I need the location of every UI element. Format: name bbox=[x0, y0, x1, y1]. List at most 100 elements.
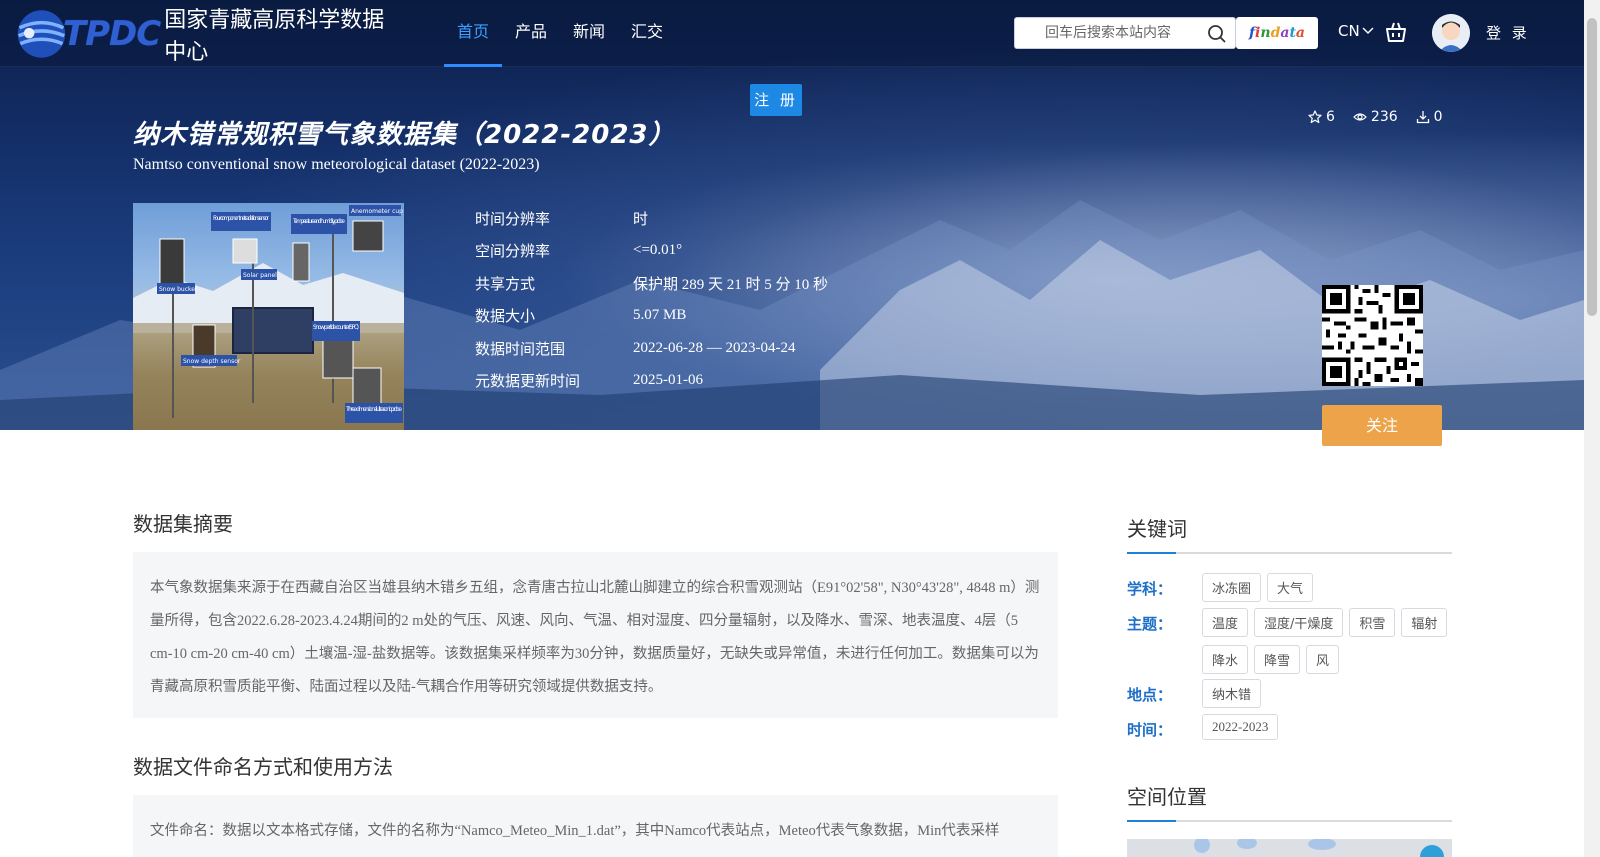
search-icon[interactable] bbox=[1207, 24, 1227, 44]
meta-label: 共享方式 bbox=[475, 274, 536, 293]
naming-title: 数据文件命名方式和使用方法 bbox=[133, 755, 393, 779]
station-photo-illustration: Four-component net radiation sensor Temp… bbox=[133, 205, 404, 430]
globe-logo-icon bbox=[17, 10, 66, 58]
keyword-group-label: 时间： bbox=[1127, 721, 1173, 739]
keyword-tag[interactable]: 风 bbox=[1306, 645, 1340, 674]
label-anemometer: Anemometer cup bbox=[351, 208, 403, 215]
dataset-stats: 6 236 0 bbox=[1308, 109, 1443, 125]
keyword-group-theme: 主题： 温度 湿度/干燥度 积雪 辐射 降水 降雪 风 bbox=[1127, 608, 1452, 674]
keyword-tag[interactable]: 降雪 bbox=[1254, 645, 1301, 674]
follow-button[interactable]: 关注 bbox=[1322, 405, 1442, 446]
chevron-down-icon bbox=[1362, 27, 1374, 35]
keywords-title: 关键词 bbox=[1127, 513, 1452, 554]
nav-products[interactable]: 产品 bbox=[502, 0, 560, 67]
view-count-value: 236 bbox=[1370, 109, 1398, 125]
download-count: 0 bbox=[1416, 109, 1443, 125]
star-icon bbox=[1308, 110, 1322, 124]
label-radiation-sensor: Four-component net radiation sensor bbox=[213, 215, 270, 222]
abstract-text: 本气象数据集来源于在西藏自治区当雄县纳木错乡五组，念青唐古拉山北麓山脚建立的综合… bbox=[150, 580, 1040, 695]
meta-row-data-size: 数据大小 5.07 MB bbox=[475, 300, 828, 333]
main-nav: 首页 产品 新闻 汇交 bbox=[444, 0, 676, 67]
keyword-tag[interactable]: 辐射 bbox=[1401, 608, 1448, 637]
keyword-group-place: 地点： 纳木错 bbox=[1127, 679, 1452, 708]
location-title: 空间位置 bbox=[1127, 781, 1452, 822]
abstract-title: 数据集摘要 bbox=[133, 512, 233, 536]
meta-label: 时间分辨率 bbox=[475, 209, 551, 228]
keyword-tags: 温度 湿度/干燥度 积雪 辐射 降水 降雪 风 bbox=[1202, 608, 1452, 674]
search-box bbox=[1014, 17, 1236, 49]
meta-value: <=0.01° bbox=[633, 242, 683, 259]
user-avatar-icon bbox=[1432, 14, 1470, 52]
logo-text: TPDC bbox=[62, 14, 161, 54]
keyword-tags: 冰冻圈 大气 bbox=[1202, 573, 1452, 602]
meta-row-sharing: 共享方式 保护期 289 天 21 时 5 分 10 秒 bbox=[475, 267, 828, 300]
label-snow-depth: Snow depth sensor bbox=[183, 358, 241, 365]
dataset-title-cn: 纳木错常规积雪气象数据集（2022-2023） bbox=[133, 120, 676, 150]
star-count[interactable]: 6 bbox=[1308, 109, 1335, 125]
location-map[interactable] bbox=[1127, 839, 1452, 857]
keyword-tag[interactable]: 大气 bbox=[1267, 573, 1314, 602]
label-temp-humidity: Temperature and humidity probe bbox=[292, 218, 345, 225]
abstract-box: 本气象数据集来源于在西藏自治区当雄县纳木错乡五组，念青唐古拉山北麓山脚建立的综合… bbox=[133, 552, 1058, 718]
keyword-tag[interactable]: 湿度/干燥度 bbox=[1254, 608, 1344, 637]
qr-code bbox=[1322, 285, 1423, 386]
language-label: CN bbox=[1338, 22, 1360, 40]
dataset-metadata: 时间分辨率 时 空间分辨率 <=0.01° 共享方式 保护期 289 天 21 … bbox=[475, 202, 828, 397]
view-count: 236 bbox=[1353, 109, 1398, 125]
keyword-tags: 纳木错 bbox=[1202, 679, 1452, 708]
keyword-tag[interactable]: 温度 bbox=[1202, 608, 1249, 637]
meta-value: 2022-06-28 — 2023-04-24 bbox=[633, 339, 796, 356]
keyword-group-time: 时间： 2022-2023 bbox=[1127, 714, 1452, 740]
star-count-value: 6 bbox=[1326, 109, 1335, 125]
scrollbar-thumb[interactable] bbox=[1587, 18, 1597, 316]
keyword-group-label: 主题： bbox=[1127, 615, 1173, 633]
map-illustration bbox=[1194, 839, 1444, 857]
nav-news[interactable]: 新闻 bbox=[560, 0, 618, 67]
meta-row-time-resolution: 时间分辨率 时 bbox=[475, 202, 828, 235]
label-snow-particle: Snow particle counter(SPC) bbox=[313, 324, 359, 331]
keyword-group-label: 学科： bbox=[1127, 580, 1173, 598]
keyword-tag[interactable]: 2022-2023 bbox=[1202, 714, 1279, 740]
meta-row-update-time: 元数据更新时间 2025-01-06 bbox=[475, 365, 828, 398]
meta-label: 空间分辨率 bbox=[475, 242, 551, 261]
meta-label: 元数据更新时间 bbox=[475, 372, 581, 391]
meta-value: 保护期 289 天 21 时 5 分 10 秒 bbox=[633, 276, 829, 293]
login-link[interactable]: 登 录 bbox=[1486, 22, 1530, 43]
language-switch[interactable]: CN bbox=[1338, 22, 1374, 40]
meta-value: 2025-01-06 bbox=[633, 372, 703, 389]
meta-label: 数据时间范围 bbox=[475, 339, 566, 358]
nav-submit[interactable]: 汇交 bbox=[618, 0, 676, 67]
label-solar-panel: Solar panel bbox=[243, 272, 277, 279]
nav-home[interactable]: 首页 bbox=[444, 0, 503, 67]
dataset-thumbnail[interactable]: Four-component net radiation sensor Temp… bbox=[133, 203, 404, 430]
meta-label: 数据大小 bbox=[475, 307, 536, 326]
label-snow-bucket: Snow bucket bbox=[159, 286, 198, 293]
keyword-tag[interactable]: 降水 bbox=[1202, 645, 1249, 674]
keyword-tag[interactable]: 冰冻圈 bbox=[1202, 573, 1262, 602]
site-logo[interactable]: TPDC 国家青藏高原科学数据中心 bbox=[16, 4, 396, 65]
meta-row-spatial-resolution: 空间分辨率 <=0.01° bbox=[475, 235, 828, 268]
keyword-tag[interactable]: 积雪 bbox=[1349, 608, 1396, 637]
dataset-title-en: Namtso conventional snow meteorological … bbox=[133, 156, 540, 173]
download-count-value: 0 bbox=[1433, 109, 1443, 125]
meta-value: 5.07 MB bbox=[633, 307, 687, 324]
eye-icon bbox=[1353, 113, 1367, 121]
download-icon bbox=[1416, 111, 1429, 124]
label-ultrasonic: Three-dimensional ultrasonic probe bbox=[345, 406, 402, 413]
register-button[interactable]: 注 册 bbox=[750, 84, 802, 116]
keyword-tags: 2022-2023 bbox=[1202, 714, 1452, 740]
page-scrollbar[interactable] bbox=[1584, 0, 1600, 857]
keyword-group-label: 地点： bbox=[1127, 686, 1173, 704]
cart-icon[interactable] bbox=[1384, 20, 1408, 44]
naming-text: 文件命名：数据以文本格式存储，文件的名称为“Namco_Meteo_Min_1.… bbox=[150, 823, 1000, 839]
meta-row-time-range: 数据时间范围 2022-06-28 — 2023-04-24 bbox=[475, 332, 828, 365]
keyword-tag[interactable]: 纳木错 bbox=[1202, 679, 1262, 708]
avatar[interactable] bbox=[1432, 14, 1470, 52]
top-navigation: TPDC 国家青藏高原科学数据中心 首页 产品 新闻 汇交 findata CN bbox=[0, 0, 1584, 67]
logo-cn-text: 国家青藏高原科学数据中心 bbox=[164, 8, 385, 65]
search-input[interactable] bbox=[1015, 19, 1195, 47]
keyword-group-discipline: 学科： 冰冻圈 大气 bbox=[1127, 573, 1452, 602]
meta-value: 时 bbox=[633, 211, 649, 228]
findata-button[interactable]: findata bbox=[1236, 17, 1318, 49]
naming-box: 文件命名：数据以文本格式存储，文件的名称为“Namco_Meteo_Min_1.… bbox=[133, 795, 1058, 857]
